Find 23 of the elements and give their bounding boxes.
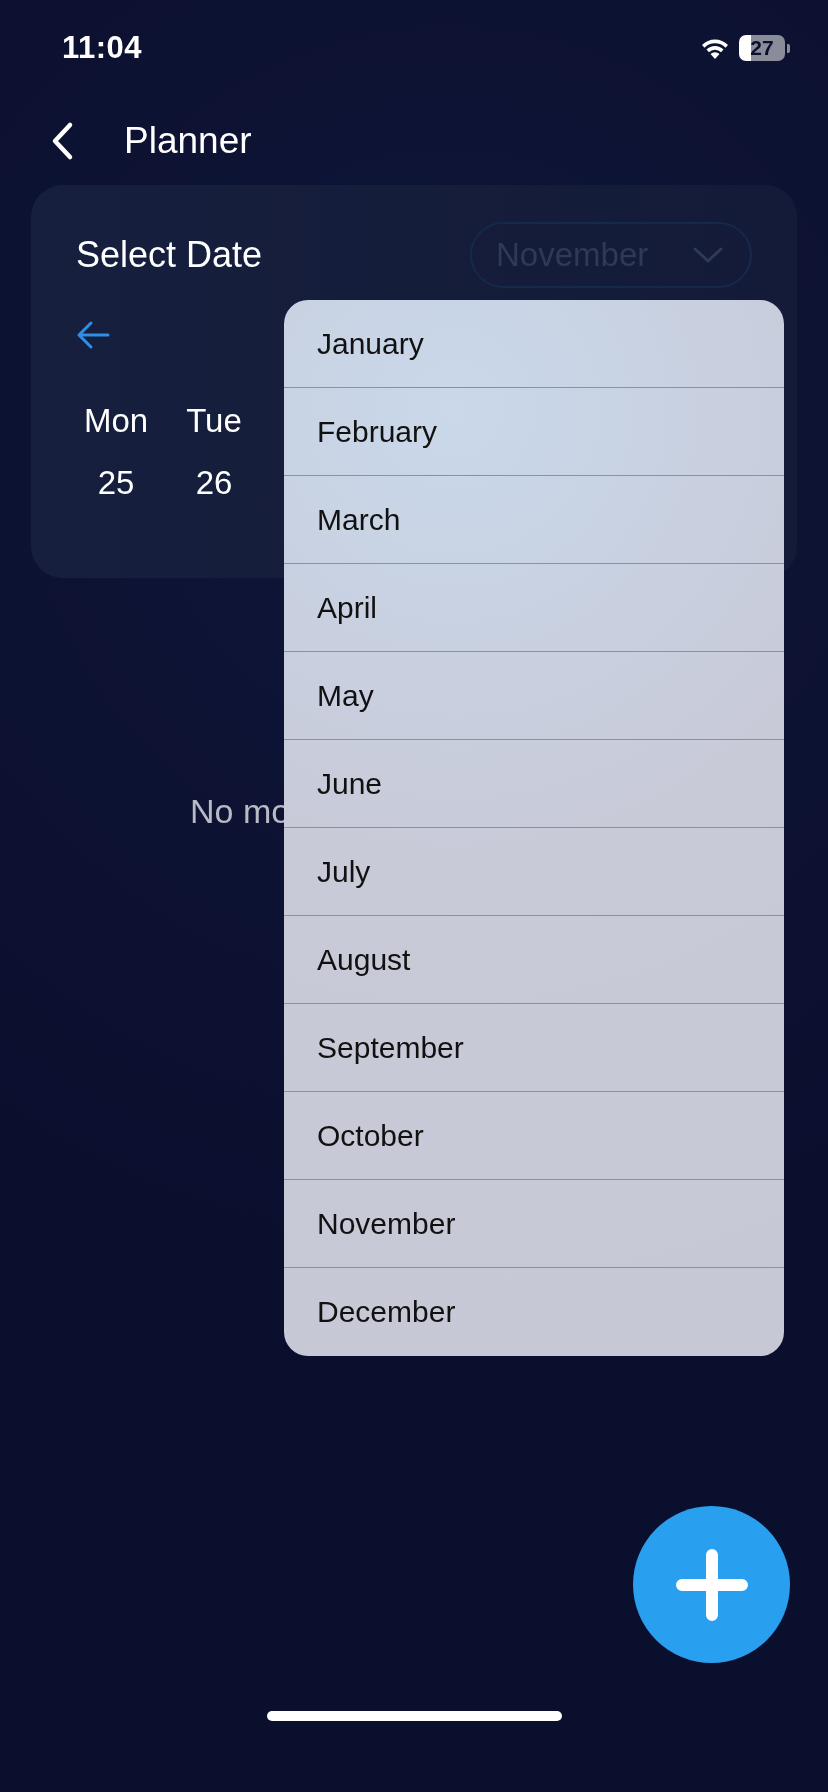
month-option[interactable]: January (284, 300, 784, 388)
month-option[interactable]: October (284, 1092, 784, 1180)
day-number[interactable]: 25 (97, 464, 135, 502)
plus-icon (675, 1548, 748, 1621)
weekday-label: Tue (186, 402, 242, 440)
month-option[interactable]: December (284, 1268, 784, 1356)
day-number[interactable]: 26 (195, 464, 233, 502)
page-title: Planner (124, 119, 252, 162)
month-option[interactable]: March (284, 476, 784, 564)
month-option[interactable]: November (284, 1180, 784, 1268)
month-option[interactable]: April (284, 564, 784, 652)
month-option[interactable]: September (284, 1004, 784, 1092)
clock-time: 11:04 (62, 30, 143, 66)
month-option[interactable]: May (284, 652, 784, 740)
month-option[interactable]: August (284, 916, 784, 1004)
wifi-icon (699, 36, 731, 60)
arrow-left-icon[interactable] (76, 320, 110, 350)
month-option[interactable]: February (284, 388, 784, 476)
month-option[interactable]: July (284, 828, 784, 916)
weekday-label: Mon (83, 402, 149, 440)
chevron-down-icon (692, 246, 724, 264)
month-option[interactable]: June (284, 740, 784, 828)
card-title: Select Date (76, 234, 263, 276)
